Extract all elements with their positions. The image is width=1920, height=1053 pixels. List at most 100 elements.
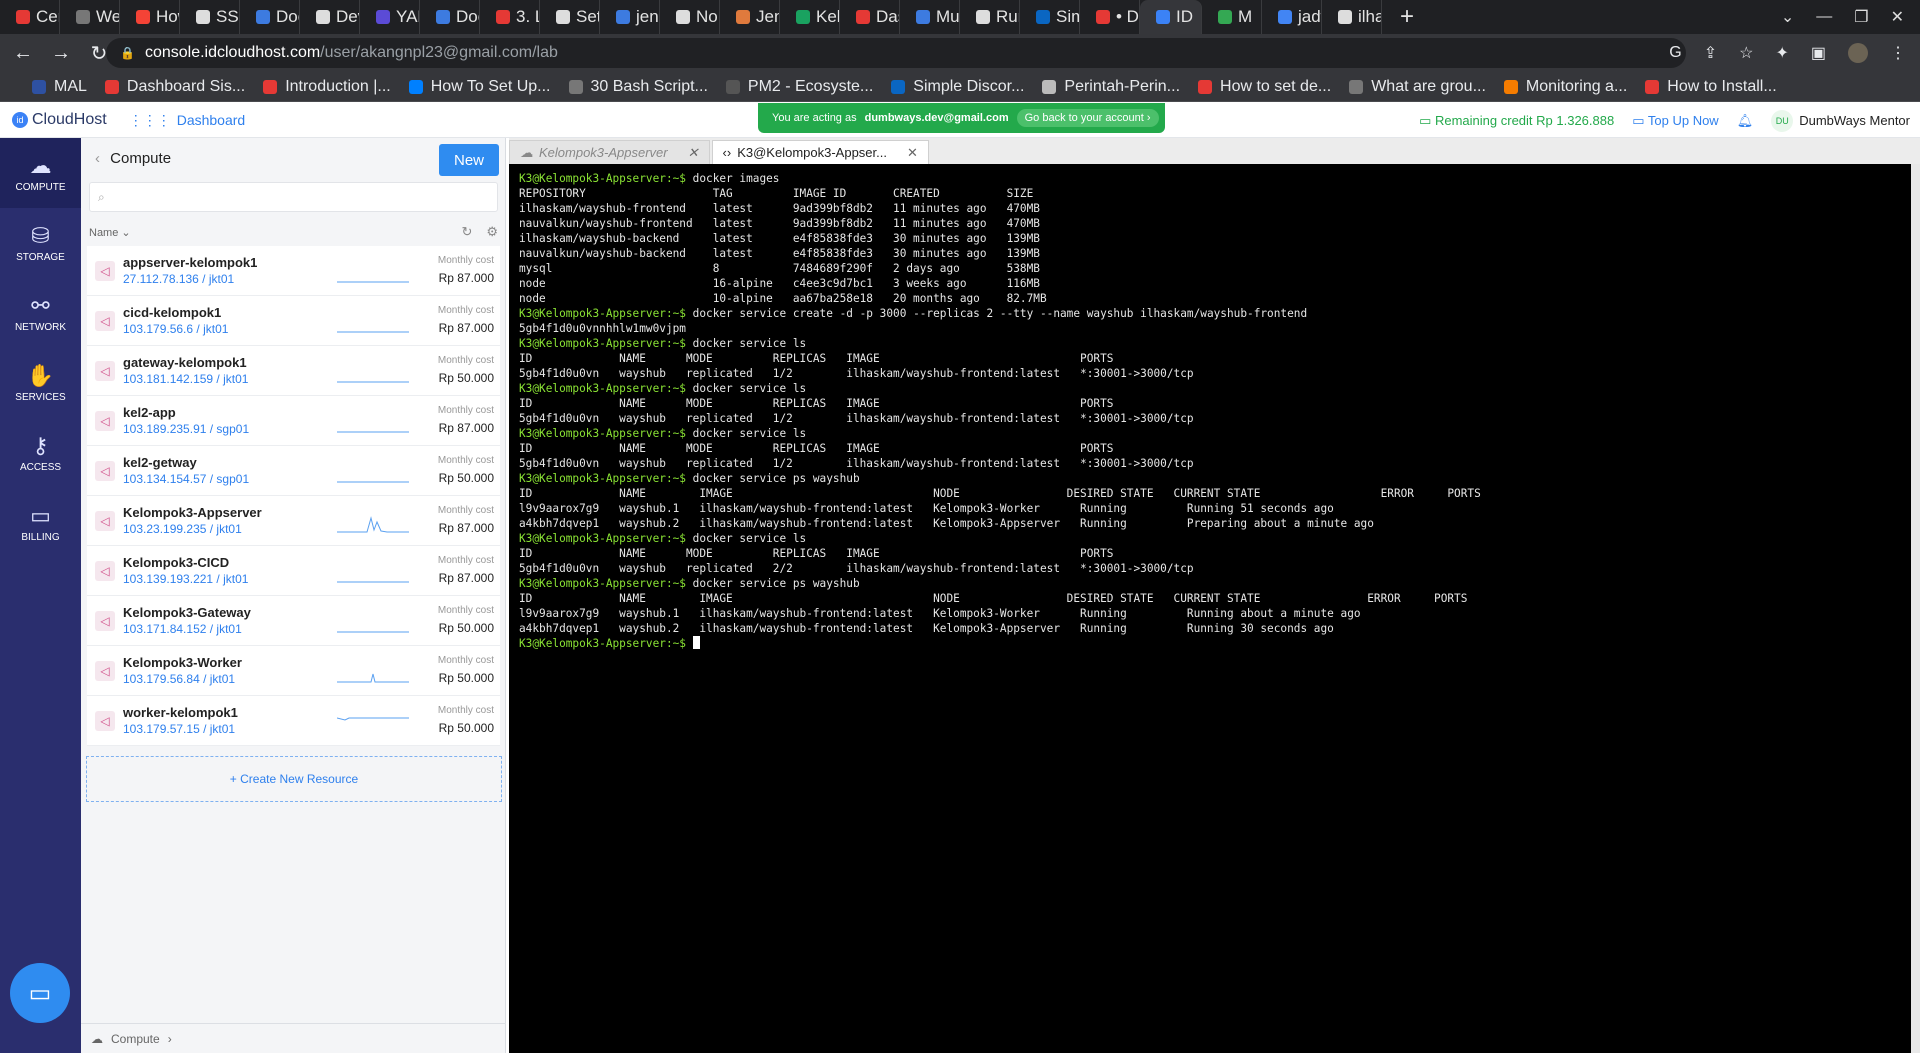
tab-search-icon[interactable]: ⌄ xyxy=(1781,7,1794,27)
resource-row[interactable]: ◁ kel2-app 103.189.235.91 / sgp01 Monthly c… xyxy=(87,396,500,446)
resource-name[interactable]: gateway-kelompok1 xyxy=(123,355,247,370)
browser-tab[interactable]: Kelor xyxy=(780,0,840,34)
minimize-icon[interactable]: — xyxy=(1816,8,1832,26)
refresh-icon[interactable]: ↻ xyxy=(461,224,472,240)
forward-arrow-icon[interactable]: → xyxy=(46,42,76,65)
user-menu[interactable]: DU DumbWays Mentor xyxy=(1771,109,1910,132)
bookmark-item[interactable]: Monitoring a... xyxy=(1503,78,1627,96)
browser-tab[interactable]: YAMI xyxy=(360,0,420,34)
resource-name[interactable]: kel2-app xyxy=(123,405,176,420)
browser-tab[interactable]: jadw xyxy=(1262,0,1322,34)
browser-tab[interactable]: • Dis xyxy=(1080,0,1140,34)
bookmark-item[interactable]: Dashboard Sis... xyxy=(104,78,245,96)
browser-tab-title: ID xyxy=(1176,7,1193,26)
back-chevron-icon[interactable]: ‹ xyxy=(95,150,100,167)
resource-row[interactable]: ◁ gateway-kelompok1 103.181.142.159 / jkt0… xyxy=(87,346,500,396)
bookmark-item[interactable]: Simple Discor... xyxy=(891,78,1024,96)
sort-by-name[interactable]: Name ⌄ xyxy=(89,226,131,239)
resource-row[interactable]: ◁ kel2-getway 103.134.154.57 / sgp01 Monthl… xyxy=(87,446,500,496)
resource-name[interactable]: worker-kelompok1 xyxy=(123,705,238,720)
bookmark-item[interactable]: How To Set Up... xyxy=(408,78,551,96)
browser-tab[interactable]: Setu xyxy=(540,0,600,34)
bookmark-item[interactable]: MAL xyxy=(32,78,87,96)
resource-name[interactable]: Kelompok3-Worker xyxy=(123,655,242,670)
extensions-icon[interactable]: ✦ xyxy=(1775,43,1788,63)
resource-name[interactable]: Kelompok3-Appserver xyxy=(123,505,262,520)
bookmark-item[interactable]: How to set de... xyxy=(1198,78,1331,96)
bookmark-star-icon[interactable]: ☆ xyxy=(1739,43,1753,63)
bell-icon[interactable]: 🔔︎ xyxy=(1737,113,1754,129)
app-header: id CloudHost ⋮⋮⋮ Dashboard You are actin… xyxy=(0,103,1920,138)
back-arrow-icon[interactable]: ← xyxy=(8,42,38,65)
browser-tab[interactable]: Dock xyxy=(420,0,480,34)
terminal-output[interactable]: K3@Kelompok3-Appserver:~$ docker images R… xyxy=(509,164,1911,1053)
browser-tab[interactable]: Dock xyxy=(240,0,300,34)
new-tab-icon[interactable]: + xyxy=(1382,3,1432,31)
create-new-resource-button[interactable]: + Create New Resource xyxy=(86,756,502,802)
profile-avatar[interactable] xyxy=(1848,43,1868,63)
browser-tab[interactable]: ID✕ xyxy=(1140,0,1202,34)
console-tab[interactable]: ☁ Kelompok3-Appserver ✕ xyxy=(509,140,710,164)
share-icon[interactable]: ⇪ xyxy=(1704,43,1717,63)
nav-item-compute[interactable]: ☁ COMPUTE xyxy=(0,138,81,208)
resource-row[interactable]: ◁ Kelompok3-Appserver 103.23.199.235 / jkt… xyxy=(87,496,500,546)
resource-name[interactable]: cicd-kelompok1 xyxy=(123,305,221,320)
url-field[interactable]: 🔒 console.idcloudhost.com/user/akangnpl2… xyxy=(106,38,1686,68)
resource-row[interactable]: ◁ Kelompok3-Worker 103.179.56.84 / jkt01 Mo… xyxy=(87,646,500,696)
google-icon[interactable]: G xyxy=(1669,44,1681,62)
bookmark-item[interactable]: Introduction |... xyxy=(263,78,391,96)
footer-label[interactable]: Compute xyxy=(111,1032,160,1046)
resource-row[interactable]: ◁ worker-kelompok1 103.179.57.15 / jkt01 Mo… xyxy=(87,696,500,746)
browser-tab[interactable]: Runr xyxy=(960,0,1020,34)
new-resource-button[interactable]: New xyxy=(439,144,499,176)
nav-item-access[interactable]: ⚷ ACCESS xyxy=(0,418,81,488)
close-tab-icon[interactable]: ✕ xyxy=(688,145,699,161)
nav-item-storage[interactable]: ⛁ STORAGE xyxy=(0,208,81,278)
bookmark-item[interactable]: PM2 - Ecosyste... xyxy=(725,78,873,96)
browser-tab[interactable]: Devo xyxy=(300,0,360,34)
close-window-icon[interactable]: ✕ xyxy=(1891,7,1904,27)
browser-tab[interactable]: Welc xyxy=(60,0,120,34)
sidepanel-icon[interactable]: ▣ xyxy=(1811,43,1826,63)
resource-name[interactable]: kel2-getway xyxy=(123,455,197,470)
resource-row[interactable]: ◁ appserver-kelompok1 27.112.78.136 / jkt0… xyxy=(87,246,500,296)
resource-name[interactable]: appserver-kelompok1 xyxy=(123,255,257,270)
browser-tab[interactable]: 3. Lin xyxy=(480,0,540,34)
browser-tab[interactable]: jenki xyxy=(600,0,660,34)
resource-search-input[interactable]: ⌕ xyxy=(89,182,498,212)
browser-tab[interactable]: SSH xyxy=(180,0,240,34)
resource-row[interactable]: ◁ cicd-kelompok1 103.179.56.6 / jkt01 Month… xyxy=(87,296,500,346)
nav-item-network[interactable]: ⚯ NETWORK xyxy=(0,278,81,348)
filter-icon[interactable]: ⚙ xyxy=(486,224,498,240)
browser-tab[interactable]: Jenk xyxy=(720,0,780,34)
close-tab-icon[interactable]: ✕ xyxy=(907,145,918,161)
browser-tab[interactable]: ilhan xyxy=(1322,0,1382,34)
nav-item-billing[interactable]: ▭ BILLING xyxy=(0,488,81,558)
browser-tab[interactable]: Simp xyxy=(1020,0,1080,34)
chat-support-button[interactable]: ▭ xyxy=(10,963,70,1023)
resource-row[interactable]: ◁ Kelompok3-CICD 103.139.193.221 / jkt01 Mo… xyxy=(87,546,500,596)
nav-item-services[interactable]: ✋ SERVICES xyxy=(0,348,81,418)
browser-tab[interactable]: Mult xyxy=(900,0,960,34)
cloudhost-logo[interactable]: id CloudHost xyxy=(12,111,107,129)
top-up-link[interactable]: ▭ Top Up Now xyxy=(1632,113,1718,129)
terminal-scrollbar[interactable] xyxy=(1911,164,1920,1053)
restore-icon[interactable]: ❐ xyxy=(1854,7,1868,27)
bookmark-item[interactable]: What are grou... xyxy=(1349,78,1486,96)
bookmark-item[interactable]: Perintah-Perin... xyxy=(1042,78,1180,96)
go-back-button[interactable]: Go back to your account › xyxy=(1016,109,1159,127)
browser-tab[interactable]: M xyxy=(1202,0,1262,34)
browser-menu-icon[interactable]: ⋮ xyxy=(1890,43,1906,63)
resource-row[interactable]: ◁ Kelompok3-Gateway 103.171.84.152 / jkt01… xyxy=(87,596,500,646)
browser-tab[interactable]: Certi xyxy=(0,0,60,34)
resource-name[interactable]: Kelompok3-Gateway xyxy=(123,605,251,620)
resource-name[interactable]: Kelompok3-CICD xyxy=(123,555,229,570)
bookmark-item[interactable]: How to Install... xyxy=(1645,78,1777,96)
monthly-cost-label: Monthly cost xyxy=(437,405,494,416)
browser-tab[interactable]: No E xyxy=(660,0,720,34)
dashboard-link[interactable]: ⋮⋮⋮ Dashboard xyxy=(129,112,246,129)
console-tab[interactable]: ‹› K3@Kelompok3-Appser... ✕ xyxy=(711,140,929,164)
bookmark-item[interactable]: 30 Bash Script... xyxy=(568,78,708,96)
browser-tab[interactable]: How xyxy=(120,0,180,34)
browser-tab[interactable]: Dash xyxy=(840,0,900,34)
